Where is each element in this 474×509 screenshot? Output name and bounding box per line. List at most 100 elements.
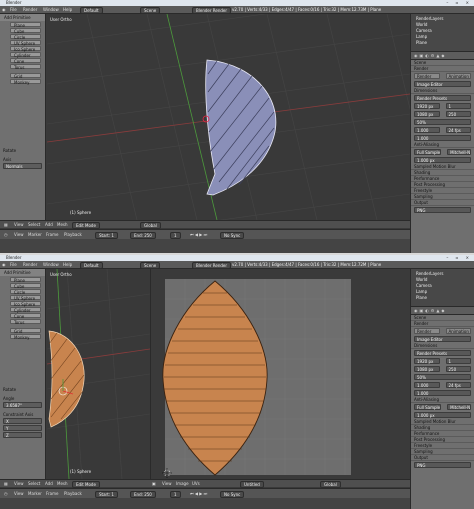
- frame-end-field[interactable]: 250: [445, 366, 471, 372]
- add-ico-sphere-button[interactable]: Ico Sphere: [10, 46, 41, 52]
- menu-mesh[interactable]: Mesh: [57, 480, 68, 488]
- add-plane-button[interactable]: Plane: [10, 277, 41, 283]
- add-circle-button[interactable]: Circle: [10, 34, 41, 40]
- render-button[interactable]: Render: [414, 73, 440, 79]
- add-cube-button[interactable]: Cube: [10, 28, 41, 34]
- menu-view[interactable]: View: [14, 480, 24, 488]
- aa-filter-dropdown[interactable]: Mitchell-N: [447, 149, 472, 155]
- dimensions-section[interactable]: Dimensions: [411, 88, 474, 94]
- layout-dropdown[interactable]: Default: [80, 7, 103, 14]
- editor-type-icon[interactable]: ▦: [4, 480, 8, 488]
- outliner-item[interactable]: Plane: [416, 295, 472, 301]
- operator-panel-header[interactable]: Rotate: [3, 387, 45, 392]
- add-cone-button[interactable]: Cone: [10, 313, 41, 319]
- add-cylinder-button[interactable]: Cylinder: [10, 52, 41, 58]
- image-editor-icon[interactable]: ▣: [152, 480, 156, 488]
- add-cube-button[interactable]: Cube: [10, 283, 41, 289]
- output-section[interactable]: Output: [411, 455, 474, 461]
- add-uv-sphere-button[interactable]: UV Sphere: [10, 295, 41, 301]
- start-frame-field[interactable]: Start: 1: [95, 491, 118, 498]
- aa-filter-dropdown[interactable]: Mitchell-N: [447, 404, 472, 410]
- menu-file[interactable]: File: [10, 261, 17, 269]
- add-monkey-button[interactable]: Monkey: [10, 334, 41, 340]
- layout-dropdown[interactable]: Default: [80, 262, 103, 269]
- sync-dropdown[interactable]: No Sync: [220, 232, 245, 239]
- pivot-dropdown[interactable]: Global: [140, 222, 161, 229]
- aspect-y-field[interactable]: 1.000: [414, 135, 471, 141]
- frame-start-field[interactable]: 1: [445, 358, 471, 364]
- start-frame-field[interactable]: Start: 1: [95, 232, 118, 239]
- constraint-z-checkbox[interactable]: Z: [3, 432, 42, 438]
- add-grid-button[interactable]: Grid: [10, 328, 41, 334]
- image-menu-image[interactable]: Image: [176, 480, 189, 488]
- fps-dropdown[interactable]: 24 fps: [445, 382, 471, 388]
- blender-logo-icon[interactable]: ◉: [2, 261, 6, 269]
- resolution-y-field[interactable]: 1080 px: [414, 366, 440, 372]
- add-torus-button[interactable]: Torus: [10, 64, 41, 70]
- property-tabs[interactable]: ◉▣◐⚙▲◆: [411, 52, 474, 60]
- tool-shelf-header[interactable]: Add Primitive: [0, 14, 45, 21]
- menu-render[interactable]: Render: [23, 6, 37, 14]
- filter-size-field[interactable]: 1.000 px: [414, 412, 471, 418]
- menu-mesh[interactable]: Mesh: [57, 221, 68, 229]
- animation-button[interactable]: Animation: [445, 328, 471, 334]
- add-monkey-button[interactable]: Monkey: [10, 79, 41, 85]
- menu-add[interactable]: Add: [45, 480, 53, 488]
- timeline-area[interactable]: [0, 239, 410, 254]
- menu-help[interactable]: Help: [63, 261, 72, 269]
- dimensions-section[interactable]: Dimensions: [411, 343, 474, 349]
- add-ico-sphere-button[interactable]: Ico Sphere: [10, 301, 41, 307]
- timeline-area[interactable]: [0, 498, 410, 509]
- scene-dropdown[interactable]: Scene: [140, 7, 161, 14]
- image-menu-uvs[interactable]: UVs: [192, 480, 200, 488]
- resolution-x-field[interactable]: 1920 px: [414, 103, 440, 109]
- output-format-dropdown[interactable]: PNG: [414, 207, 471, 213]
- uv-image-editor[interactable]: [150, 269, 410, 479]
- end-frame-field[interactable]: End: 250: [130, 232, 156, 239]
- add-torus-button[interactable]: Torus: [10, 319, 41, 325]
- engine-dropdown[interactable]: Blender Render: [192, 7, 232, 14]
- 3d-viewport[interactable]: User Ortho (1) Sphere: [47, 14, 410, 220]
- menu-window[interactable]: Window: [43, 261, 59, 269]
- engine-dropdown[interactable]: Blender Render: [192, 262, 232, 269]
- 3d-viewport[interactable]: User Ortho (1) Sphere: [47, 269, 150, 479]
- menu-view[interactable]: View: [14, 221, 24, 229]
- menu-window[interactable]: Window: [43, 6, 59, 14]
- outliner-item[interactable]: Plane: [416, 40, 472, 46]
- end-frame-field[interactable]: End: 250: [130, 491, 156, 498]
- full-sample-checkbox[interactable]: Full Sample: [414, 149, 442, 155]
- aspect-x-field[interactable]: 1.000: [414, 382, 440, 388]
- blender-logo-icon[interactable]: ◉: [2, 6, 6, 14]
- menu-file[interactable]: File: [10, 6, 17, 14]
- menu-help[interactable]: Help: [63, 6, 72, 14]
- add-circle-button[interactable]: Circle: [10, 289, 41, 295]
- resolution-percent-field[interactable]: 50%: [414, 119, 471, 125]
- tool-shelf-header[interactable]: Add Primitive: [0, 269, 45, 276]
- constraint-x-checkbox[interactable]: X: [3, 418, 42, 424]
- image-menu-view[interactable]: View: [162, 480, 172, 488]
- render-presets-dropdown[interactable]: Render Presets: [414, 95, 471, 101]
- current-frame-field[interactable]: 1: [170, 232, 181, 239]
- current-frame-field[interactable]: 1: [170, 491, 181, 498]
- display-dropdown[interactable]: Image Editor: [414, 81, 471, 87]
- resolution-y-field[interactable]: 1080 px: [414, 111, 440, 117]
- axis-dropdown[interactable]: Normals: [3, 163, 42, 169]
- angle-field[interactable]: 3.6587°: [3, 402, 42, 408]
- mode-dropdown[interactable]: Edit Mode: [72, 481, 100, 488]
- image-slot-dropdown[interactable]: Untitled: [240, 481, 264, 488]
- pivot-dropdown[interactable]: Global: [320, 481, 341, 488]
- frame-start-field[interactable]: 1: [445, 103, 471, 109]
- property-tabs[interactable]: ◉▣◐⚙▲◆: [411, 307, 474, 315]
- mode-dropdown[interactable]: Edit Mode: [72, 222, 100, 229]
- resolution-percent-field[interactable]: 50%: [414, 374, 471, 380]
- menu-render[interactable]: Render: [23, 261, 37, 269]
- add-grid-button[interactable]: Grid: [10, 73, 41, 79]
- add-cylinder-button[interactable]: Cylinder: [10, 307, 41, 313]
- output-section[interactable]: Output: [411, 200, 474, 206]
- render-presets-dropdown[interactable]: Render Presets: [414, 350, 471, 356]
- aspect-y-field[interactable]: 1.000: [414, 390, 471, 396]
- add-plane-button[interactable]: Plane: [10, 22, 41, 28]
- display-dropdown[interactable]: Image Editor: [414, 336, 471, 342]
- operator-panel-header[interactable]: Rotate: [3, 148, 45, 153]
- output-format-dropdown[interactable]: PNG: [414, 462, 471, 468]
